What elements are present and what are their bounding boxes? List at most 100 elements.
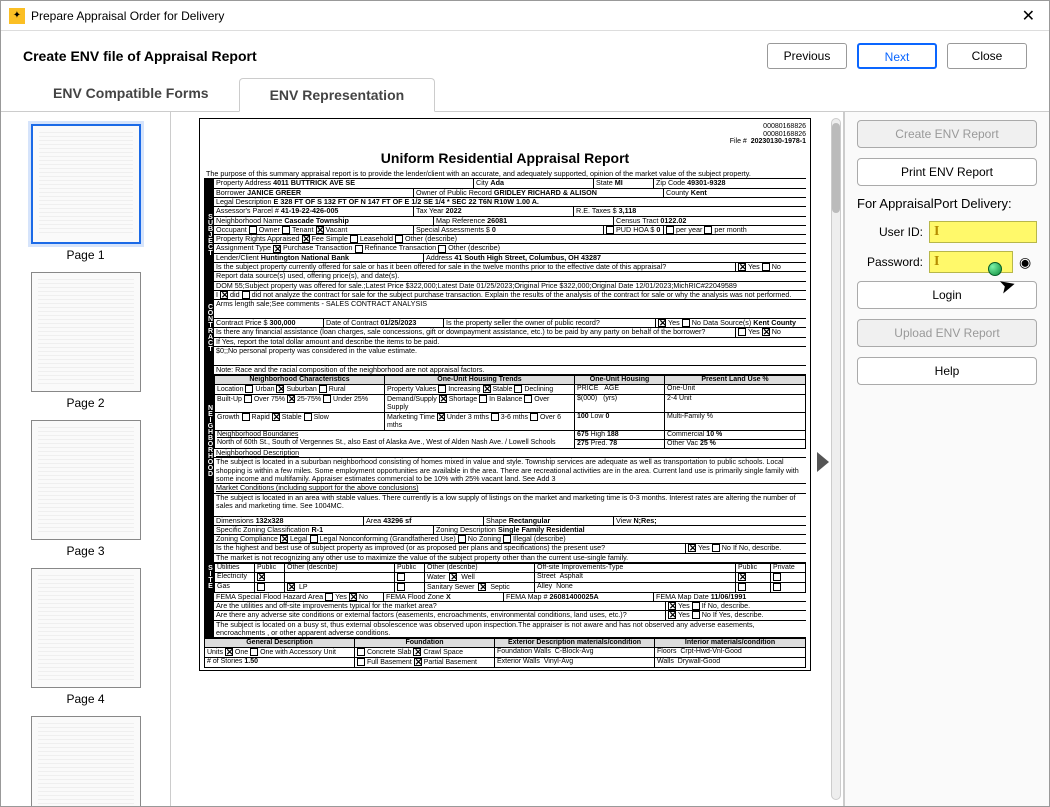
price-l: PRICE [577,385,598,392]
did-label: did [230,291,240,299]
text-cursor-icon: I [934,224,939,240]
multi: Multi-Family [667,413,705,420]
ck-permo [704,226,712,234]
print-env-button[interactable]: Print ENV Report [857,158,1037,186]
zc-label: Specific Zoning Classification [216,526,309,534]
seller-no: No [692,319,701,327]
userid-input[interactable]: I [929,221,1037,243]
ck-seller-yes [658,319,666,327]
state: MI [615,179,623,187]
previous-button[interactable]: Previous [767,43,847,69]
plu-head: Present Land Use % [665,376,806,385]
inbal: In Balance [489,396,522,403]
ck-inbal [479,395,487,403]
k-label: $(000) [577,395,597,402]
ck-street-priv [773,573,781,581]
zip-label: Zip Code [656,179,685,187]
extw: Exterior Walls [497,658,540,665]
pr-other: Other (describe) [405,235,457,243]
window-title: Prepare Appraisal Order for Delivery [31,9,1016,23]
adverse-text: The subject is located on a busy st, thu… [214,621,806,638]
fema-no: No [359,593,368,601]
ck-alley-priv [773,583,781,591]
thumb-page-1[interactable] [31,124,141,244]
gas: Gas [215,582,255,592]
retax: 3,118 [619,207,637,215]
thumb-page-3[interactable] [31,420,141,540]
hbu-q: Is the highest and best use of subject p… [216,544,605,552]
ck-pud [606,226,614,234]
page-subtitle: Create ENV file of Appraisal Report [23,48,767,64]
file-number: 20230130-1978-1 [751,138,806,145]
floors: Floors [657,648,676,655]
close-icon[interactable]: ✕ [1016,6,1041,26]
units-label: Units [207,649,223,656]
ck-acc [250,648,258,656]
userid-label: User ID: [857,225,923,239]
ck-seller-no [682,319,690,327]
text-cursor-icon: I [934,254,939,270]
ck-slow [304,413,312,421]
race-note: Note: Race and the racial composition of… [214,366,806,374]
thumb-page-4[interactable] [31,568,141,688]
ck-elec [257,573,265,581]
street: Street [537,573,556,580]
ck-o75 [244,395,252,403]
nbhd: Cascade Township [284,217,349,225]
fin-no: No [772,328,781,336]
ck-didnot [242,291,250,299]
report-title: Uniform Residential Appraisal Report [204,150,806,166]
reveal-password-icon[interactable]: ◉ [1019,254,1037,271]
thumb-page-2[interactable] [31,272,141,392]
peryr: per year [676,226,702,234]
ovac: Other Vac [667,440,698,447]
dim: 132x328 [256,517,284,525]
ck-as-other [438,245,446,253]
gstable: Stable [282,414,302,421]
off-yes: Yes [678,602,690,610]
next-page-caret-icon[interactable] [817,452,829,472]
femadate: 11/06/1991 [711,593,747,601]
report-id-2: 00080168826 [204,131,806,139]
prop-addr-label: Property Address [216,179,271,187]
apn: 41-19-22-426-005 [281,207,339,215]
public2: Public [395,563,425,572]
section-subject: SUBJECT [204,179,214,290]
fnd-head: Foundation [355,639,495,648]
acc: One with Accessory Unit [260,649,336,656]
taxyear: 2022 [446,207,462,215]
doc-label: Date of Contract [326,319,378,327]
dsrc-label: Report data source(s) used, offering pri… [214,272,806,280]
ck-o6 [530,413,538,421]
help-button[interactable]: Help [857,357,1037,385]
mapref: 26081 [487,217,507,225]
ck-cslab [357,648,365,656]
ck-alley-pub [738,583,746,591]
zc: R-1 [311,526,323,534]
didnot-label: did not analyze the contract for sale fo… [252,291,792,299]
next-button[interactable]: Next [857,43,937,69]
stories: 1.50 [244,658,258,665]
tab-env-compatible[interactable]: ENV Compatible Forms [23,77,239,111]
hbu-no: No [722,544,731,552]
femadate-label: FEMA Map Date [656,593,709,601]
create-env-button: Create ENV Report [857,120,1037,148]
nd-label: Neighborhood Description [216,449,299,457]
walls-v: Drywall-Good [678,658,720,665]
password-input[interactable]: I [929,251,1013,273]
login-button[interactable]: Login [857,281,1037,309]
tab-env-representation[interactable]: ENV Representation [239,78,436,112]
refi: Refinance Transaction [365,244,437,252]
section-contract: CONTRACT [204,291,214,366]
ck-short [439,395,447,403]
finassist-note: If Yes, report the total dollar amount a… [214,338,806,346]
close-button[interactable]: Close [947,43,1027,69]
thumb-page-5[interactable] [31,716,141,806]
right-panel: Create ENV Report Print ENV Report For A… [844,112,1049,806]
ck-inc [438,385,446,393]
offered-q: Is the subject property currently offere… [214,263,736,271]
nc-head: Neighborhood Characteristics [215,376,385,385]
pred-l: Pred. [591,440,608,447]
preview-scrollbar[interactable] [831,118,841,800]
dsrc2-label: Data Source(s) [703,319,751,327]
